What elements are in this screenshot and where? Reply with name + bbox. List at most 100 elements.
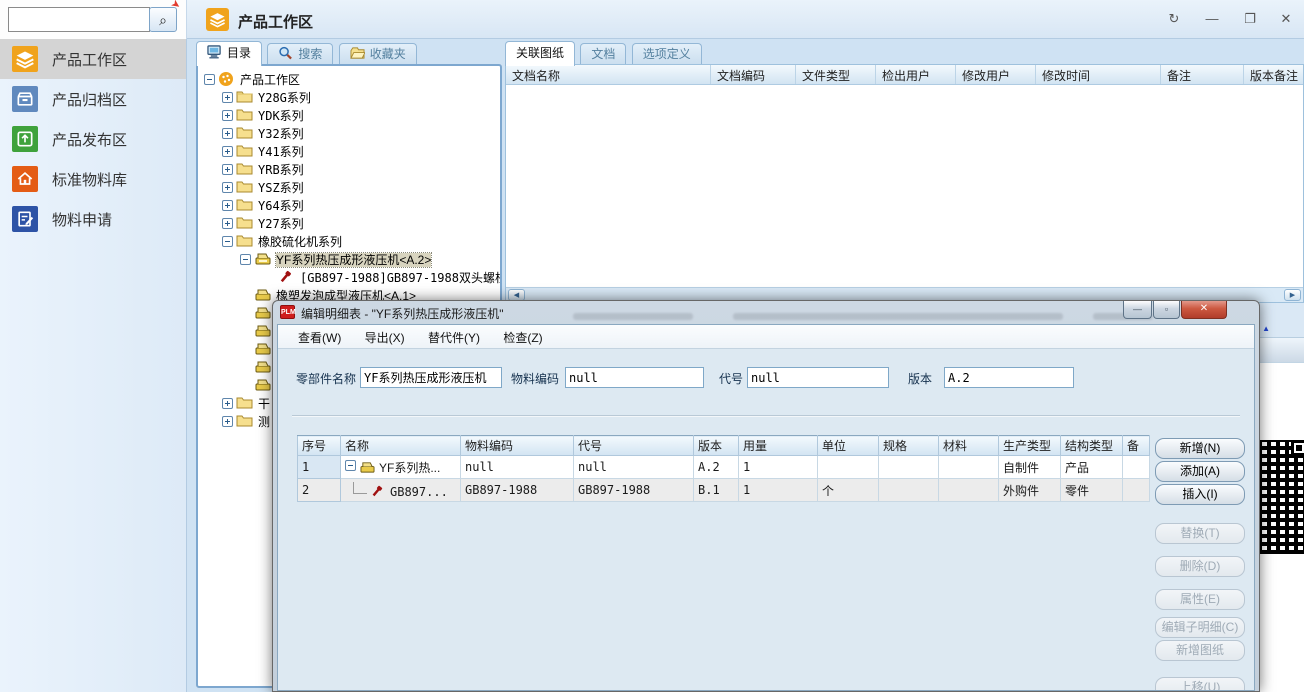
expand-expander-icon[interactable] — [222, 92, 233, 103]
column-header[interactable]: 检出用户 — [876, 65, 956, 84]
properties-button[interactable]: 属性(E) — [1155, 589, 1245, 610]
column-header[interactable]: 单位 — [818, 436, 879, 456]
insert-button[interactable]: 插入(I) — [1155, 484, 1245, 505]
tree-item-label[interactable]: YRB系列 — [258, 163, 304, 177]
minimize-button[interactable]: — — [1200, 8, 1224, 30]
column-header[interactable]: 生产类型 — [999, 436, 1061, 456]
material-code-field[interactable] — [565, 367, 704, 388]
tree-item-label[interactable]: YSZ系列 — [258, 181, 304, 195]
column-header[interactable]: 文档名称 — [506, 65, 711, 84]
tab-directory[interactable]: 目录 — [196, 41, 262, 66]
tree-item-label[interactable]: 测 — [258, 415, 270, 429]
table-row[interactable]: 2 GB897... GB897-1988 GB897-1988 B.1 1 个… — [298, 479, 1150, 502]
tree-item-label[interactable]: 橡胶硫化机系列 — [258, 235, 342, 249]
tree-item-label[interactable]: 产品工作区 — [240, 73, 300, 87]
delete-button[interactable]: 删除(D) — [1155, 556, 1245, 577]
tree-item-label[interactable]: Y41系列 — [258, 145, 304, 159]
part-id-field[interactable] — [747, 367, 889, 388]
scroll-right-icon[interactable]: ▶ — [1284, 289, 1301, 301]
expand-expander-icon[interactable] — [222, 164, 233, 175]
tab-favorites[interactable]: 收藏夹 — [339, 43, 417, 66]
search-input[interactable] — [8, 7, 150, 32]
column-header[interactable]: 备 — [1123, 436, 1150, 456]
tree-item-label[interactable]: 干 — [258, 397, 270, 411]
column-header[interactable]: 版本备注 — [1244, 65, 1303, 84]
add-new-button[interactable]: 新增(N) — [1155, 438, 1245, 459]
move-up-button[interactable]: 上移(U) — [1155, 677, 1245, 691]
tree-item-label[interactable]: [GB897-1988]GB897-1988双头螺柱A型 — [300, 271, 502, 285]
expand-expander-icon[interactable] — [222, 182, 233, 193]
sidebar-item-material-request[interactable]: 物料申请 — [0, 199, 186, 239]
restore-button[interactable]: ❐ — [1238, 8, 1262, 30]
sidebar-item-product-release[interactable]: 产品发布区 — [0, 119, 186, 159]
column-header[interactable]: 材料 — [939, 436, 999, 456]
column-header[interactable]: 规格 — [879, 436, 939, 456]
tree-row[interactable]: [GB897-1988]GB897-1988双头螺柱A型 — [202, 269, 500, 287]
tab-search[interactable]: 搜索 — [267, 43, 333, 66]
tree-row[interactable]: YRB系列 — [202, 161, 500, 179]
table-row[interactable]: 1 YF系列热... null null A.2 1 自制件 产品 — [298, 456, 1150, 479]
tab-option-definition[interactable]: 选项定义 — [632, 43, 702, 66]
tree-row[interactable]: 橡胶硫化机系列 — [202, 233, 500, 251]
column-header[interactable]: 文档编码 — [711, 65, 796, 84]
column-header[interactable]: 名称 — [341, 436, 461, 456]
tree-item-label[interactable]: YDK系列 — [258, 109, 304, 123]
name-cell[interactable]: GB897... — [341, 479, 461, 502]
tree-row[interactable]: Y64系列 — [202, 197, 500, 215]
version-field[interactable] — [944, 367, 1074, 388]
tree-item-label[interactable]: Y28G系列 — [258, 91, 311, 105]
edit-sub-bom-button[interactable]: 编辑子明细(C) — [1155, 617, 1245, 638]
column-header[interactable]: 物料编码 — [461, 436, 574, 456]
collapse-expander-icon[interactable] — [240, 254, 251, 265]
tree-item-label[interactable]: Y27系列 — [258, 217, 304, 231]
expand-expander-icon[interactable] — [222, 200, 233, 211]
dialog-title-bar[interactable]: PLM 编辑明细表 - "YF系列热压成形液压机" — ▫ ✕ — [273, 301, 1259, 324]
column-header[interactable]: 序号 — [298, 436, 341, 456]
name-cell[interactable]: YF系列热... — [341, 456, 461, 479]
tree-item-label[interactable]: Y64系列 — [258, 199, 304, 213]
dialog-restore-button[interactable]: ▫ — [1153, 301, 1180, 319]
menu-substitute[interactable]: 替代件(Y) — [418, 325, 490, 346]
tree-row-selected[interactable]: YF系列热压成形液压机<A.2> — [202, 251, 500, 269]
close-button[interactable]: ✕ — [1274, 8, 1298, 30]
column-header[interactable]: 用量 — [739, 436, 818, 456]
add-button[interactable]: 添加(A) — [1155, 461, 1245, 482]
expand-expander-icon[interactable] — [222, 110, 233, 121]
expand-expander-icon[interactable] — [222, 416, 233, 427]
expand-expander-icon[interactable] — [222, 218, 233, 229]
dialog-close-button[interactable]: ✕ — [1181, 301, 1227, 319]
collapse-up-icon[interactable]: ▲ — [1262, 324, 1270, 333]
sidebar-item-product-workspace[interactable]: 产品工作区 — [0, 39, 186, 79]
column-header[interactable]: 备注 — [1161, 65, 1244, 84]
collapse-expander-icon[interactable] — [345, 460, 356, 471]
tree-row[interactable]: Y27系列 — [202, 215, 500, 233]
refresh-icon[interactable]: ↻ — [1162, 8, 1186, 30]
tree-row[interactable]: Y41系列 — [202, 143, 500, 161]
dialog-minimize-button[interactable]: — — [1123, 301, 1152, 319]
sidebar-item-standard-library[interactable]: 标准物料库 — [0, 159, 186, 199]
expand-expander-icon[interactable] — [222, 128, 233, 139]
tab-documents[interactable]: 文档 — [580, 43, 626, 66]
add-drawing-button[interactable]: 新增图纸 — [1155, 640, 1245, 661]
part-name-field[interactable] — [360, 367, 502, 388]
tree-row[interactable]: Y32系列 — [202, 125, 500, 143]
column-header[interactable]: 版本 — [694, 436, 739, 456]
column-header[interactable]: 结构类型 — [1061, 436, 1123, 456]
column-header[interactable]: 修改用户 — [956, 65, 1036, 84]
column-header[interactable]: 代号 — [574, 436, 694, 456]
menu-check[interactable]: 检查(Z) — [493, 325, 552, 346]
expand-expander-icon[interactable] — [222, 398, 233, 409]
tree-item-label[interactable]: YF系列热压成形液压机<A.2> — [276, 253, 431, 267]
tree-row[interactable]: Y28G系列 — [202, 89, 500, 107]
collapse-expander-icon[interactable] — [222, 236, 233, 247]
column-header[interactable]: 文件类型 — [796, 65, 876, 84]
tree-row[interactable]: 产品工作区 — [202, 71, 500, 89]
menu-export[interactable]: 导出(X) — [355, 325, 415, 346]
tree-row[interactable]: YSZ系列 — [202, 179, 500, 197]
column-header[interactable]: 修改时间 — [1036, 65, 1161, 84]
expand-expander-icon[interactable] — [222, 146, 233, 157]
tab-related-drawings[interactable]: 关联图纸 — [505, 41, 575, 66]
tree-item-label[interactable]: Y32系列 — [258, 127, 304, 141]
menu-view[interactable]: 查看(W) — [288, 325, 351, 346]
collapse-expander-icon[interactable] — [204, 74, 215, 85]
